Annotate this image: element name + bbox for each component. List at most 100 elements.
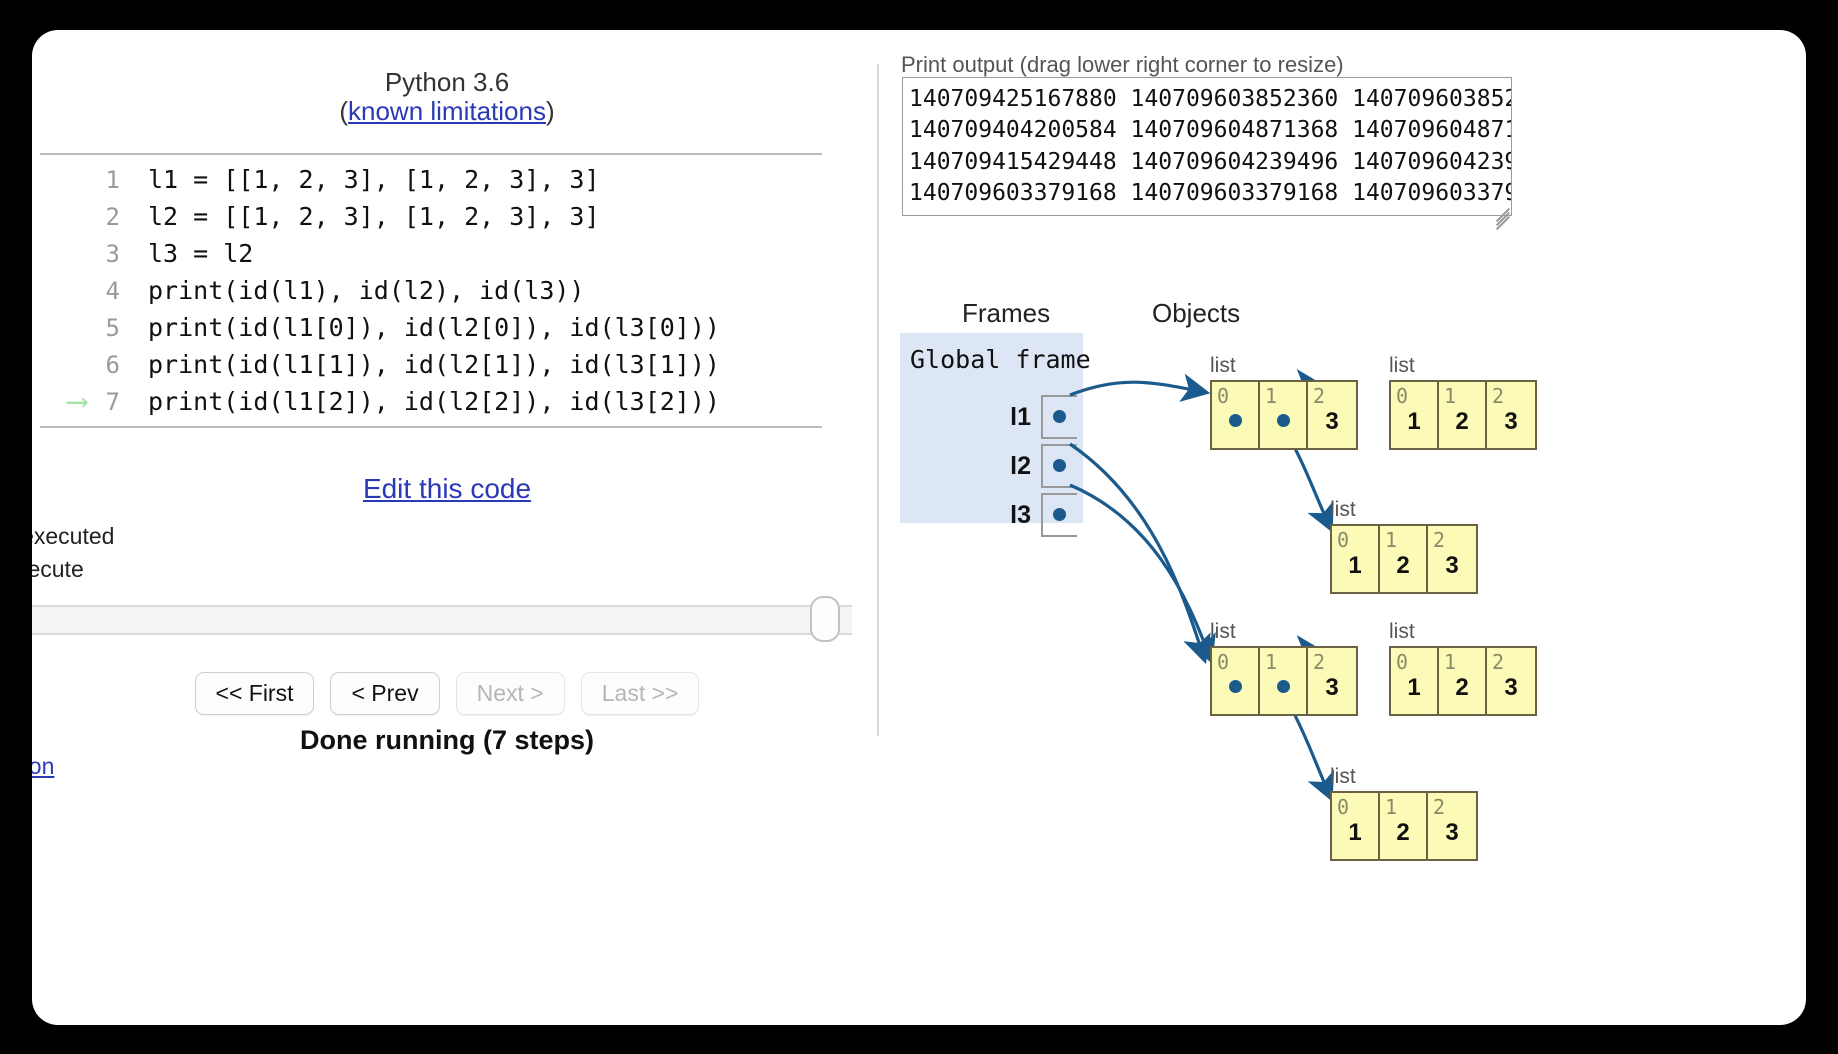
list-cell: 23: [1487, 382, 1535, 448]
list-cell: 23: [1428, 526, 1476, 592]
execution-legend: ust executed o execute: [32, 520, 414, 585]
global-frame: Global frame l1 l2 l3: [900, 333, 1091, 537]
print-output-box[interactable]: 140709425167880 140709603852360 14070960…: [902, 77, 1512, 216]
arrow-l3-to-list: [1069, 483, 1216, 665]
cell-index: 0: [1217, 384, 1230, 408]
list-cell: 01: [1391, 648, 1439, 714]
list-cell: 1: [1260, 648, 1308, 714]
cell-index: 2: [1433, 795, 1446, 819]
object-type-label: list: [1330, 498, 1356, 521]
step-slider-track[interactable]: [32, 605, 852, 635]
list-cells: 01 12 23: [1330, 524, 1478, 594]
legend-just-executed: ust executed: [32, 523, 115, 549]
python-version-label: Python 3.6: [384, 67, 510, 97]
cell-index: 2: [1492, 650, 1505, 674]
execution-status: Done running (7 steps): [299, 725, 594, 755]
list-object-l2-inner-1: list 01 12 23: [1330, 765, 1478, 861]
pointer-dot-icon: [1053, 459, 1066, 472]
print-output-label: Print output (drag lower right corner to…: [901, 52, 1344, 77]
cell-index: 2: [1313, 650, 1326, 674]
cell-index: 1: [1385, 528, 1398, 552]
cell-index: 1: [1385, 795, 1398, 819]
cell-value: 1: [1407, 674, 1421, 701]
known-limitations-link[interactable]: known limitations: [348, 96, 546, 126]
code-line: 2 l2 = [[1, 2, 3], [1, 2, 3], 3]: [40, 198, 822, 235]
frames-column-header: Frames: [962, 298, 1051, 328]
code-line-current: ⟶ 7 print(id(l1[2]), id(l2[2]), id(l3[2]…: [40, 383, 822, 420]
edit-this-code: Edit this code: [32, 473, 862, 505]
variable-value-slot: [1041, 444, 1077, 488]
list-cell: 12: [1380, 526, 1428, 592]
code-text: print(id(l1[1]), id(l2[1]), id(l3[1])): [148, 350, 720, 379]
list-cell: 01: [1332, 793, 1380, 859]
line-number: 6: [105, 350, 120, 379]
list-cell: 1: [1260, 382, 1308, 448]
cell-value: 3: [1445, 552, 1459, 579]
next-button[interactable]: Next >: [455, 672, 565, 715]
pointer-dot-icon: [1229, 680, 1242, 693]
cell-index: 1: [1444, 650, 1457, 674]
cell-value: 3: [1504, 408, 1518, 435]
line-number: 5: [105, 313, 120, 342]
pointer-dot-icon: [1053, 508, 1066, 521]
objects-column-header: Objects: [1152, 298, 1241, 328]
cell-value: 2: [1455, 408, 1469, 435]
list-cell: 01: [1332, 526, 1380, 592]
code-line: 6 print(id(l1[1]), id(l2[1]), id(l3[1])): [40, 346, 822, 383]
next-line-arrow-icon: ⟶: [67, 383, 86, 419]
line-number: 4: [105, 276, 120, 305]
object-type-label: list: [1330, 765, 1356, 788]
legend-next-to-execute: o execute: [32, 555, 84, 582]
pointer-dot-icon: [1277, 414, 1290, 427]
pointer-dot-icon: [1053, 410, 1066, 423]
cell-index: 0: [1396, 650, 1409, 674]
code-line: 4 print(id(l1), id(l2), id(l3)): [40, 272, 822, 309]
cell-value: 2: [1396, 552, 1410, 579]
variable-value-slot: [1041, 395, 1077, 439]
list-cells: 0 1 23: [1210, 646, 1358, 716]
object-type-label: list: [1210, 354, 1236, 377]
frame-variable-l3: l3: [1010, 493, 1077, 537]
cell-index: 0: [1337, 528, 1350, 552]
code-text: l3 = l2: [148, 239, 254, 268]
python-version-header: Python 3.6 (known limitations): [32, 67, 862, 126]
list-cell: 12: [1380, 793, 1428, 859]
variable-value-slot: [1041, 493, 1077, 537]
code-line: 5 print(id(l1[0]), id(l2[0]), id(l3[0])): [40, 309, 822, 346]
list-cell: 01: [1391, 382, 1439, 448]
arrow-l2-to-list: [1069, 442, 1211, 665]
right-pane: Print output (drag lower right corner to…: [852, 30, 1806, 1025]
code-display: 1 l1 = [[1, 2, 3], [1, 2, 3], 3] 2 l2 = …: [40, 153, 822, 428]
object-type-label: list: [1389, 620, 1415, 643]
edit-this-code-link[interactable]: Edit this code: [363, 473, 531, 504]
cell-index: 0: [1396, 384, 1409, 408]
last-button[interactable]: Last >>: [580, 672, 700, 715]
list-cell: 23: [1487, 648, 1535, 714]
cell-value: 2: [1396, 819, 1410, 846]
line-number: 2: [105, 202, 120, 231]
code-line: 3 l3 = l2: [40, 235, 822, 272]
variable-name: l1: [1010, 402, 1031, 431]
resize-handle-icon[interactable]: [1494, 207, 1512, 231]
prev-button[interactable]: < Prev: [330, 672, 440, 715]
pointer-dot-icon: [1277, 680, 1290, 693]
list-object-l1-outer: list 0 1 23: [1210, 354, 1358, 450]
step-slider-handle[interactable]: [810, 596, 840, 642]
code-text: l2 = [[1, 2, 3], [1, 2, 3], 3]: [148, 202, 600, 231]
code-text: print(id(l1[2]), id(l2[2]), id(l3[2])): [148, 387, 720, 416]
list-cell: 23: [1308, 648, 1356, 714]
cell-index: 1: [1265, 650, 1278, 674]
cell-value: 1: [1348, 552, 1362, 579]
global-frame-title: Global frame: [910, 345, 1091, 374]
known-limitations-line: (known limitations): [32, 97, 862, 126]
cell-index: 1: [1265, 384, 1278, 408]
screen-background: Python 3.6 (known limitations) 1 l1 = [[…: [0, 0, 1838, 1054]
list-cell: 12: [1439, 382, 1487, 448]
cell-value: 3: [1325, 408, 1339, 435]
visualization-link[interactable]: alization: [32, 753, 54, 779]
list-cell: 23: [1428, 793, 1476, 859]
cell-index: 0: [1337, 795, 1350, 819]
first-button[interactable]: << First: [194, 672, 315, 715]
cell-value: 3: [1445, 819, 1459, 846]
cell-index: 0: [1217, 650, 1230, 674]
